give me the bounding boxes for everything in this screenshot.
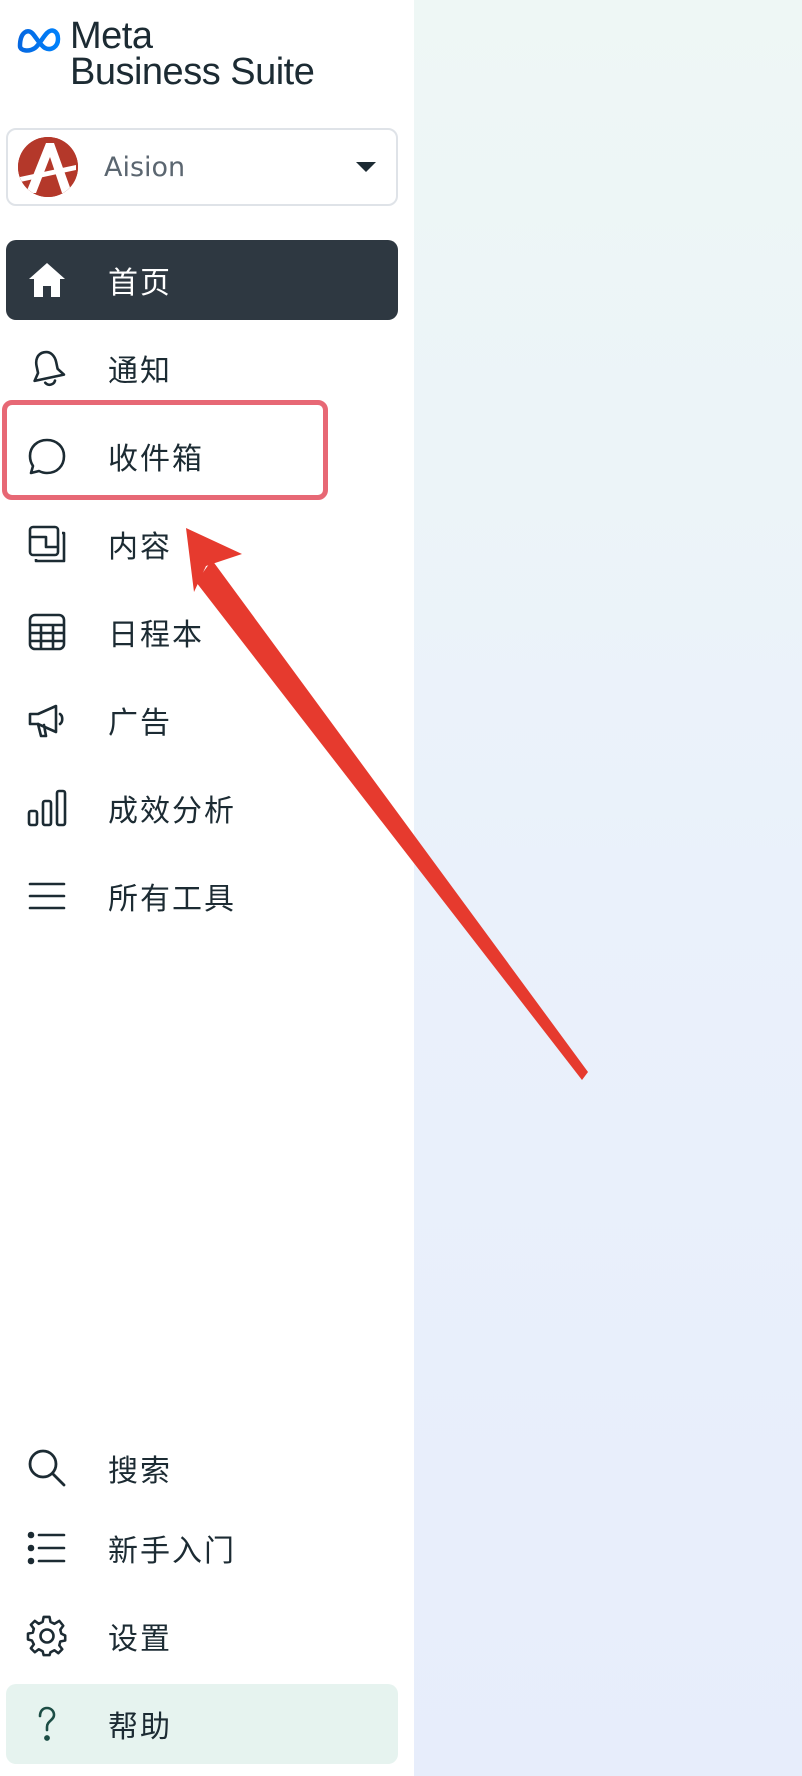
nav-label-ads: 广告 [108,706,172,741]
nav-item-inbox[interactable]: 收件箱 [6,416,398,496]
home-icon [26,259,68,301]
nav-item-search[interactable]: 搜索 [6,1428,398,1508]
bell-icon [26,347,68,389]
nav-label-getting-started: 新手入门 [108,1534,236,1569]
megaphone-icon [26,699,68,741]
calendar-grid-icon [26,611,68,653]
brand-line-1: Meta [70,15,153,57]
nav-label-insights: 成效分析 [108,794,236,829]
brand-line-2: Business Suite [70,51,315,93]
nav-item-settings[interactable]: 设置 [6,1596,398,1676]
bulleted-list-icon [26,1527,68,1569]
nav-item-notifications[interactable]: 通知 [6,328,398,408]
nav-label-planner: 日程本 [108,618,204,653]
page: Meta Business Suite Aision 首页 通知 收件箱 内容 … [0,0,802,1776]
account-selector[interactable]: Aision [6,128,398,206]
sidebar: Meta Business Suite Aision 首页 通知 收件箱 内容 … [0,0,414,1776]
nav-label-search: 搜索 [108,1454,172,1489]
nav-item-content[interactable]: 内容 [6,504,398,584]
meta-infinity-logo-icon [16,18,62,58]
nav-item-insights[interactable]: 成效分析 [6,768,398,848]
nav-item-all-tools[interactable]: 所有工具 [6,856,398,936]
nav-item-planner[interactable]: 日程本 [6,592,398,672]
nav-label-help: 帮助 [108,1710,172,1745]
bar-chart-icon [26,787,68,829]
question-mark-icon [26,1703,68,1745]
nav-label-settings: 设置 [108,1622,172,1657]
gear-icon [26,1615,68,1657]
chat-bubble-icon [26,435,68,477]
nav-label-content: 内容 [108,530,172,565]
content-icon [26,523,68,565]
meta-business-suite-logo[interactable]: Meta Business Suite [16,15,315,94]
nav-label-notifications: 通知 [108,354,172,389]
main-content-area [414,0,802,1776]
nav-item-help[interactable]: 帮助 [6,1684,398,1764]
account-avatar [18,137,78,197]
menu-lines-icon [26,875,68,917]
nav-label-home: 首页 [108,266,172,301]
caret-down-icon[interactable] [356,162,376,172]
account-name: Aision [104,151,186,183]
nav-item-home[interactable]: 首页 [6,240,398,320]
nav-item-ads[interactable]: 广告 [6,680,398,760]
nav-label-all-tools: 所有工具 [108,882,236,917]
nav-label-inbox: 收件箱 [108,442,204,477]
nav-item-getting-started[interactable]: 新手入门 [6,1508,398,1588]
search-icon [26,1447,68,1489]
